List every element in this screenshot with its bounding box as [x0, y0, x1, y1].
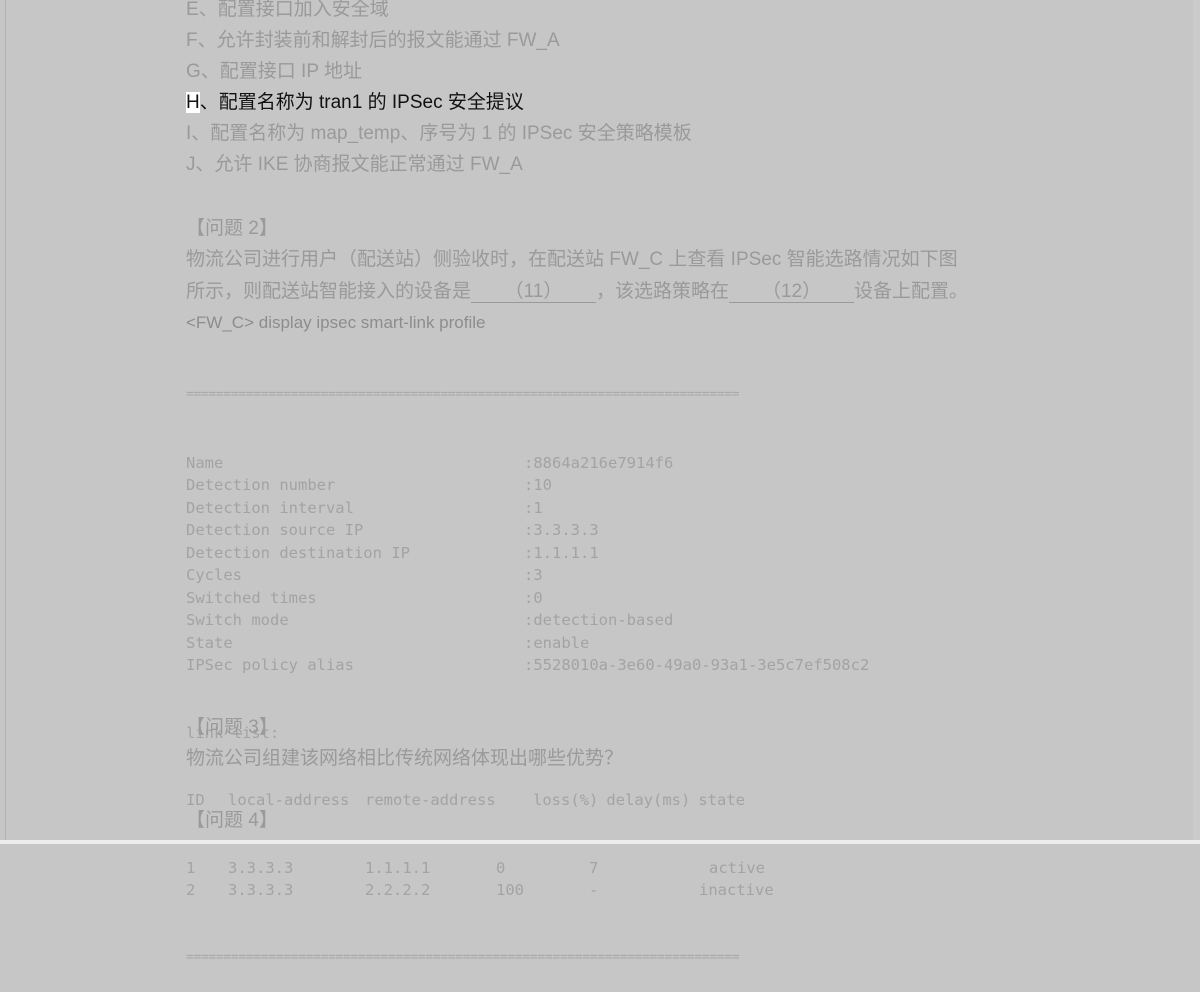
link-table-row: 2 3.3.3.3 2.2.2.2 100 - inactive [186, 879, 869, 902]
link-table-cell: inactive [699, 881, 774, 899]
link-table-cell: 3.3.3.3 [228, 858, 294, 877]
blank-11: （11） [471, 282, 597, 303]
cli-field-key: Detection source IP [186, 521, 364, 539]
cli-field-value: :3 [524, 566, 543, 584]
cli-field-key: Detection interval [186, 498, 354, 517]
link-table-cell: 1.1.1.1 [365, 858, 431, 877]
question3-heading: 【问题 3】 [186, 717, 278, 738]
cli-field-row: Detection interval :1 [186, 497, 869, 520]
link-table-cell: active [709, 858, 765, 877]
blank-12: （12） [729, 282, 855, 303]
link-table-cell: 3.3.3.3 [228, 881, 294, 899]
cli-field-row: Switched times :0 [186, 587, 869, 610]
cli-field-row: Switch mode :detection-based [186, 609, 869, 632]
cli-field-value: :8864a216e7914f6 [524, 453, 674, 472]
option-e: E、配置接口加入安全域 [186, 0, 389, 20]
cli-field-key: Switch mode [186, 611, 289, 629]
cli-field-value: :3.3.3.3 [524, 521, 599, 539]
link-table-cell: 1 [186, 858, 196, 877]
option-h[interactable]: H、配置名称为 tran1 的 IPSec 安全提议 [186, 91, 524, 115]
option-f: F、允许封装前和解封后的报文能通过 FW_A [186, 30, 560, 51]
link-list-label: link list: [186, 723, 280, 742]
cli-field-key: Detection number [186, 476, 336, 494]
cli-field-row: State :enable [186, 632, 869, 655]
link-table-cell: 2.2.2.2 [365, 881, 431, 899]
cli-separator-top: ========================================… [186, 387, 740, 402]
link-table-row: 1 3.3.3.3 1.1.1.1 0 7 active [186, 857, 869, 880]
cli-separator-bottom: ========================================… [186, 949, 740, 965]
text-cursor-highlight[interactable]: H [186, 92, 200, 113]
option-j: J、允许 IKE 协商报文能正常通过 FW_A [186, 154, 523, 175]
cli-field-row: Detection source IP :3.3.3.3 [186, 519, 869, 542]
cli-field-row: Cycles :3 [186, 564, 869, 587]
link-table-cell: 100 [496, 881, 524, 899]
cli-fields: Name:8864a216e7914f6 Detection number:10 D… [186, 452, 869, 677]
cli-field-value: :1 [524, 498, 543, 517]
cli-field-value: :1.1.1.1 [524, 543, 599, 562]
question3-text: 物流公司组建该网络相比传统网络体现出哪些优势？ [186, 748, 624, 769]
cli-field-key: Detection destination IP [186, 543, 410, 562]
option-i: I、配置名称为 map_temp、序号为 1 的 IPSec 安全策略模板 [186, 123, 692, 144]
question2-heading: 【问题 2】 [186, 218, 278, 239]
cli-field-key: Name [186, 453, 224, 472]
cli-field-row: Name :8864a216e7914f6 [186, 452, 869, 475]
cli-field-key: State [186, 633, 233, 652]
link-table-header: ID local-address remote-address loss(%) … [186, 791, 745, 809]
link-table-cell: - [589, 881, 599, 899]
link-table-cell: 2 [186, 881, 196, 899]
cli-field-key: IPSec policy alias [186, 656, 354, 674]
question2-line2: 所示，则配送站智能接入的设备是 （11） ，该选路策略在 （12） 设备上配置。 [186, 281, 969, 303]
cli-field-value: :enable [524, 633, 590, 652]
question4-heading: 【问题 4】 [186, 810, 278, 831]
cli-field-value: :detection-based [524, 611, 674, 629]
option-g: G、配置接口 IP 地址 [186, 61, 362, 82]
cli-field-key: Switched times [186, 588, 317, 607]
cli-field-value: :10 [524, 476, 552, 494]
cli-output: ========================================… [186, 339, 869, 992]
cli-field-value: :0 [524, 588, 543, 607]
cli-field-key: Cycles [186, 566, 242, 584]
link-table-cell: 0 [496, 858, 506, 877]
cli-command: <FW_C> display ipsec smart-link profile [186, 313, 486, 332]
cli-field-value: :5528010a-3e60-49a0-93a1-3e5c7ef508c2 [524, 656, 870, 674]
cli-field-row: Detection number :10 [186, 474, 869, 497]
link-table-rows: 1 3.3.3.3 1.1.1.1 0 7 active 2 3.3.3.3 2.2.2.2 10… [186, 857, 869, 902]
link-table-cell: 7 [589, 858, 599, 877]
cli-field-row: Detection destination IP :1.1.1.1 [186, 542, 869, 565]
question2-line1: 物流公司进行用户（配送站）侧验收时，在配送站 FW_C 上查看 IPSec 智能… [186, 249, 958, 270]
cli-field-row: IPSec policy alias :5528010a-3e60-49a0-93… [186, 654, 869, 677]
scrollbar-gutter[interactable] [1193, 0, 1200, 840]
